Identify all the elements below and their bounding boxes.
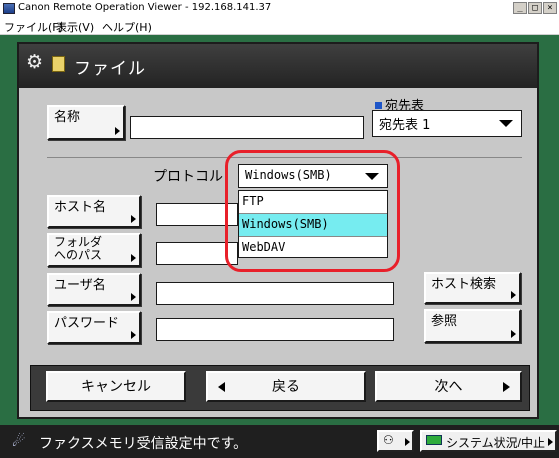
back-button[interactable]: 戻る xyxy=(206,371,366,402)
close-button[interactable]: × xyxy=(543,2,557,14)
host-name-button[interactable]: ホスト名 xyxy=(47,195,141,228)
triangle-right-icon xyxy=(131,331,136,339)
dropdown-arrow-icon xyxy=(365,173,379,180)
cancel-button[interactable]: キャンセル xyxy=(46,371,186,402)
protocol-options-list: FTP Windows(SMB) WebDAV xyxy=(238,190,388,258)
triangle-right-icon xyxy=(405,438,410,446)
triangle-right-icon xyxy=(131,215,136,223)
folder-path-field[interactable] xyxy=(156,242,238,265)
next-button[interactable]: 次へ xyxy=(375,371,522,402)
cancel-button-label: キャンセル xyxy=(81,378,151,394)
window-controls: _ □ × xyxy=(513,2,557,14)
maximize-button[interactable]: □ xyxy=(528,2,542,14)
window-title: Canon Remote Operation Viewer - 192.168.… xyxy=(18,2,272,13)
address-book-dropdown[interactable]: 宛先表 1 xyxy=(372,110,522,137)
square-bullet-icon xyxy=(375,102,382,109)
protocol-option-smb[interactable]: Windows(SMB) xyxy=(239,214,387,236)
panel-title: ファイル xyxy=(74,59,146,79)
address-book-value: 宛先表 1 xyxy=(379,118,431,133)
protocol-option-webdav[interactable]: WebDAV xyxy=(239,237,387,259)
triangle-right-icon xyxy=(548,438,553,446)
folder-path-line2: へのパス xyxy=(54,248,103,262)
divider xyxy=(47,157,522,158)
browse-button-label: 参照 xyxy=(431,313,458,328)
password-button[interactable]: パスワード xyxy=(47,311,141,344)
file-document-icon xyxy=(52,56,65,72)
triangle-right-icon xyxy=(131,254,136,262)
folder-path-line1: フォルダ xyxy=(54,235,103,249)
browse-button[interactable]: 参照 xyxy=(424,309,521,343)
dropdown-arrow-icon xyxy=(499,120,513,127)
triangle-right-icon xyxy=(511,291,516,299)
folder-path-button-label: フォルダ へのパス xyxy=(54,236,102,262)
user-name-button[interactable]: ユーザ名 xyxy=(47,273,141,306)
user-name-button-label: ユーザ名 xyxy=(54,277,106,292)
settings-gear-icon[interactable]: ⚙ xyxy=(26,51,43,73)
window-titlebar: Canon Remote Operation Viewer - 192.168.… xyxy=(0,0,559,17)
host-search-button[interactable]: ホスト検索 xyxy=(424,272,521,304)
menubar: ファイル(F) 表示(V) ヘルプ(H) xyxy=(0,17,559,35)
system-status-label: システム状況/中止 xyxy=(446,436,545,450)
protocol-value: Windows(SMB) xyxy=(245,168,332,182)
system-status-button[interactable]: システム状況/中止 xyxy=(420,430,557,452)
protocol-label: プロトコル xyxy=(153,169,223,185)
host-name-field[interactable] xyxy=(156,203,238,226)
next-button-label: 次へ xyxy=(434,378,463,394)
host-name-button-label: ホスト名 xyxy=(54,199,107,214)
folder-path-button[interactable]: フォルダ へのパス xyxy=(47,233,141,267)
app-icon xyxy=(3,3,15,14)
triangle-right-icon xyxy=(115,127,120,135)
protocol-dropdown[interactable]: Windows(SMB) xyxy=(238,164,388,188)
triangle-right-icon xyxy=(131,293,136,301)
name-button-label: 名称 xyxy=(54,109,81,124)
host-search-button-label: ホスト検索 xyxy=(431,276,497,291)
back-button-label: 戻る xyxy=(272,378,300,394)
counter-icon: ⚇ xyxy=(383,433,394,447)
status-message: ファクスメモリ受信設定中です。 xyxy=(39,436,248,452)
name-button[interactable]: 名称 xyxy=(47,105,125,140)
password-button-label: パスワード xyxy=(54,315,120,330)
monitor-icon xyxy=(426,435,442,445)
menu-file[interactable]: ファイル(F) xyxy=(4,19,63,35)
protocol-option-ftp[interactable]: FTP xyxy=(239,191,387,213)
minimize-button[interactable]: _ xyxy=(513,2,527,14)
password-field[interactable] xyxy=(156,318,394,341)
status-bar: ☄ ファクスメモリ受信設定中です。 ⚇ システム状況/中止 xyxy=(0,425,559,458)
panel-header: ⚙ ファイル xyxy=(19,44,537,88)
user-name-field[interactable] xyxy=(156,282,394,305)
menu-help[interactable]: ヘルプ(H) xyxy=(102,19,152,35)
triangle-right-icon xyxy=(511,330,516,338)
counter-button[interactable]: ⚇ xyxy=(377,430,414,452)
name-field[interactable] xyxy=(130,116,364,139)
satellite-icon: ☄ xyxy=(12,432,26,450)
arrow-right-icon xyxy=(503,382,510,392)
menu-view[interactable]: 表示(V) xyxy=(56,19,94,35)
